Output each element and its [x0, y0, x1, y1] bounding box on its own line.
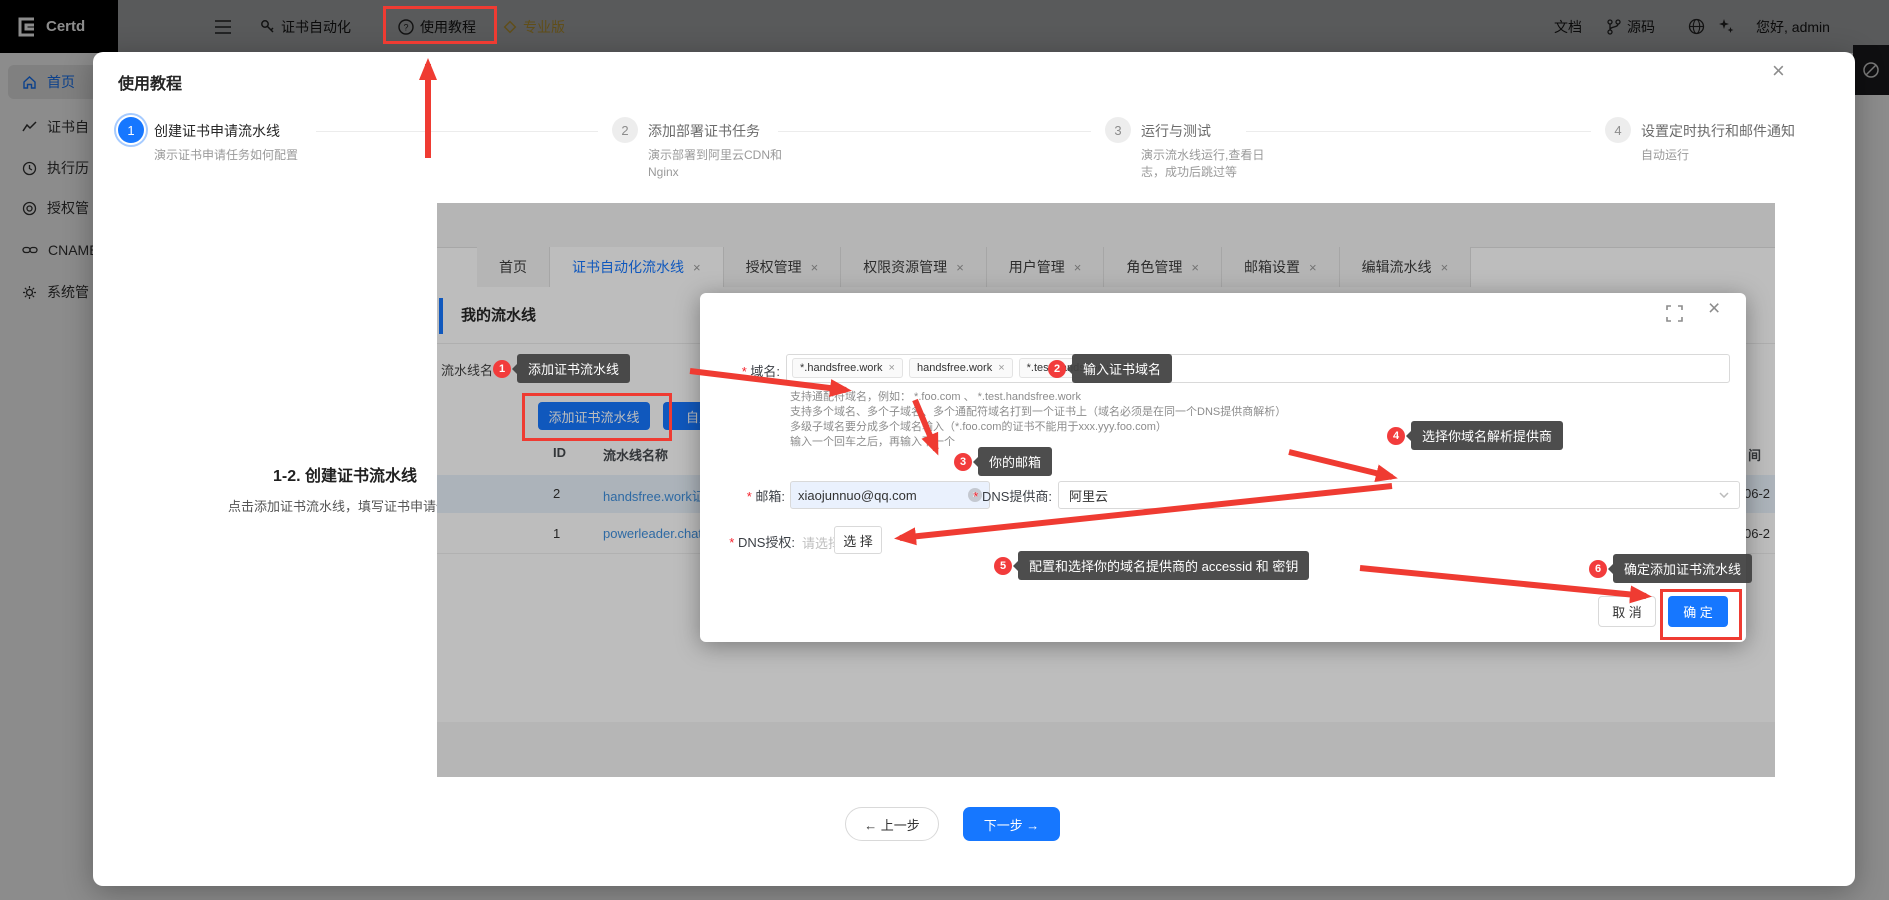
tutorial-close-icon[interactable]: ×: [1772, 58, 1785, 84]
dns-auth-label: DNS授权:: [700, 532, 795, 551]
dns-provider-value: 阿里云: [1069, 486, 1108, 505]
highlight-box-confirm: [1660, 589, 1742, 640]
step-desc: 演示证书申请任务如何配置: [154, 147, 306, 164]
annotation-tip-1: 添加证书流水线: [517, 354, 630, 383]
tutorial-step-3: 3 运行与测试 演示流水线运行,查看日志，成功后跳过等: [1105, 117, 1286, 181]
step-title: 运行与测试: [1141, 117, 1286, 141]
highlight-box-add-button: [522, 393, 672, 441]
prev-step-button[interactable]: ← 上一步: [845, 807, 939, 841]
email-value: xiaojunnuo@qq.com: [798, 488, 917, 503]
cancel-button[interactable]: 取 消: [1598, 596, 1656, 627]
dns-provider-select[interactable]: 阿里云: [1058, 481, 1740, 509]
annotation-badge-3: 3: [954, 453, 972, 471]
annotation-badge-6: 6: [1589, 560, 1607, 578]
annotation-tip-2: 输入证书域名: [1072, 354, 1172, 383]
step-desc: 演示流水线运行,查看日志，成功后跳过等: [1141, 147, 1286, 181]
step-connector: [1246, 131, 1591, 132]
dialog-close-icon[interactable]: ×: [1708, 297, 1720, 321]
step-title: 添加部署证书任务: [648, 117, 800, 141]
step-connector: [316, 131, 598, 132]
tutorial-step-2: 2 添加部署证书任务 演示部署到阿里云CDN和Nginx: [612, 117, 800, 181]
step-desc: 自动运行: [1641, 147, 1795, 164]
tutorial-step-1: 1 创建证书申请流水线 演示证书申请任务如何配置: [118, 117, 306, 164]
step-title: 创建证书申请流水线: [154, 117, 306, 141]
annotation-tip-3: 你的邮箱: [978, 447, 1052, 476]
step-desc: 演示部署到阿里云CDN和Nginx: [648, 147, 800, 181]
annotation-badge-1: 1: [493, 360, 511, 378]
highlight-box-tutorial: [383, 6, 497, 44]
email-label: 邮箱:: [700, 486, 785, 505]
fullscreen-icon[interactable]: [1666, 305, 1683, 322]
annotation-tip-4: 选择你域名解析提供商: [1411, 421, 1563, 450]
domain-help-text: 支持通配符域名，例如： *.foo.com 、 *.test.handsfree…: [790, 390, 1286, 450]
annotation-badge-2: 2: [1048, 360, 1066, 378]
annotation-badge-5: 5: [994, 557, 1012, 575]
chevron-down-icon: [1719, 492, 1729, 498]
tag-close-icon[interactable]: ×: [889, 362, 895, 374]
annotation-badge-4: 4: [1387, 427, 1405, 445]
next-step-button[interactable]: 下一步 →: [963, 807, 1060, 841]
tutorial-step-4: 4 设置定时执行和邮件通知 自动运行: [1605, 117, 1795, 164]
annotation-tip-5: 配置和选择你的域名提供商的 accessid 和 密钥: [1018, 551, 1309, 580]
step-connector: [778, 131, 1091, 132]
domain-label: 域名:: [700, 361, 780, 380]
annotation-tip-6: 确定添加证书流水线: [1613, 554, 1752, 583]
step-number: 4: [1605, 117, 1631, 143]
step-title: 设置定时执行和邮件通知: [1641, 117, 1795, 141]
step-number: 3: [1105, 117, 1131, 143]
add-pipeline-dialog: × 域名: *.handsfree.work× handsfree.work× …: [700, 293, 1746, 642]
dns-auth-select-button[interactable]: 选 择: [834, 526, 882, 554]
step-number: 2: [612, 117, 638, 143]
domain-tag: *.handsfree.work×: [792, 358, 903, 378]
dns-provider-label: DNS提供商:: [940, 486, 1052, 505]
tutorial-title: 使用教程: [118, 70, 182, 94]
tag-close-icon[interactable]: ×: [998, 362, 1004, 374]
step-number: 1: [118, 117, 144, 143]
domain-tag: handsfree.work×: [909, 358, 1013, 378]
